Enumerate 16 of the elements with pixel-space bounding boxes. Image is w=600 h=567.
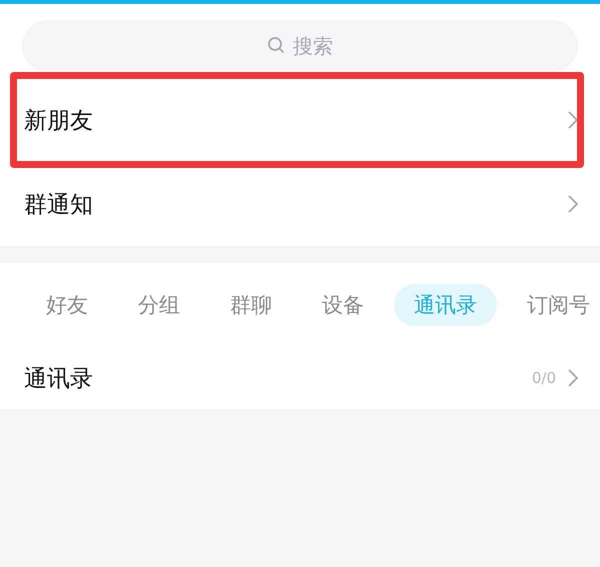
list-item[interactable]: 群通知 xyxy=(24,188,93,220)
list-item[interactable]: 新朋友 xyxy=(24,104,93,136)
tab[interactable]: 分组 xyxy=(118,284,200,326)
tab[interactable]: 订阅号 xyxy=(507,284,600,326)
count: 0/0 xyxy=(532,369,556,387)
chevron-icon xyxy=(568,111,578,129)
tab[interactable]: 设备 xyxy=(302,284,384,326)
tab[interactable]: 好友 xyxy=(26,284,108,326)
tab[interactable]: 通讯录 xyxy=(394,284,497,326)
chevron-icon xyxy=(568,369,578,387)
chevron-icon xyxy=(568,195,578,213)
list-item[interactable]: 通讯录 xyxy=(24,362,93,394)
search-field[interactable]: 搜索 xyxy=(22,20,578,72)
search-placeholder: 搜索 xyxy=(293,32,333,60)
search-icon xyxy=(267,36,287,56)
tab[interactable]: 群聊 xyxy=(210,284,292,326)
